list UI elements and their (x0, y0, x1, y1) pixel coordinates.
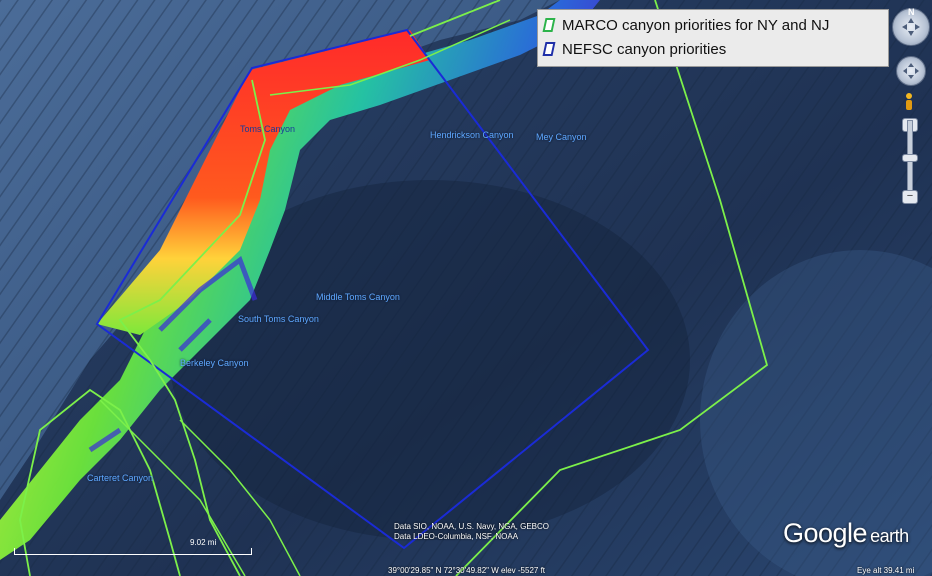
logo-brand: Google (783, 518, 868, 548)
logo-product: earth (870, 526, 909, 546)
map-canvas[interactable] (0, 0, 932, 576)
legend-swatch-marco (542, 18, 556, 32)
label-middle-toms-canyon: Middle Toms Canyon (316, 292, 400, 302)
legend-item-nefsc: NEFSC canyon priorities (542, 37, 888, 61)
google-earth-logo: Google earth (783, 518, 909, 549)
street-view-icon[interactable] (903, 92, 915, 112)
legend-label-nefsc: NEFSC canyon priorities (562, 40, 727, 58)
credit-line-2: Data LDEO-Columbia, NSF, NOAA (394, 532, 519, 541)
scale-label: 9.02 mi (190, 538, 217, 547)
joystick-arrows (903, 63, 919, 79)
map-legend: MARCO canyon priorities for NY and NJ NE… (537, 9, 889, 67)
eye-altitude-readout: Eye alt 39.41 mi (857, 566, 915, 575)
label-berkeley-canyon: Berkeley Canyon (180, 358, 249, 368)
label-mey-canyon: Mey Canyon (536, 132, 587, 142)
coordinate-readout: 39°00'29.85" N 72°30'49.82" W elev -5527… (388, 566, 546, 575)
compass-icon[interactable]: N (892, 7, 930, 46)
label-carteret-canyon: Carteret Canyon (87, 473, 154, 483)
compass-arrows (902, 18, 920, 36)
legend-item-marco: MARCO canyon priorities for NY and NJ (542, 13, 888, 37)
navigation-controls: N + − (888, 0, 932, 210)
map-viewport[interactable]: Toms Canyon Hendrickson Canyon Mey Canyo… (0, 0, 932, 576)
label-south-toms-canyon: South Toms Canyon (238, 314, 319, 324)
legend-swatch-nefsc (542, 42, 556, 56)
label-toms-canyon: Toms Canyon (240, 124, 296, 134)
zoom-out-icon[interactable]: − (902, 190, 918, 204)
legend-label-marco: MARCO canyon priorities for NY and NJ (562, 16, 830, 34)
data-credits: Data SIO, NOAA, U.S. Navy, NGA, GEBCO Da… (394, 522, 549, 542)
zoom-slider-thumb[interactable] (902, 154, 918, 162)
look-joystick-icon[interactable] (896, 56, 926, 86)
credit-line-1: Data SIO, NOAA, U.S. Navy, NGA, GEBCO (394, 522, 549, 531)
scale-bar (14, 548, 252, 555)
label-hendrickson-canyon: Hendrickson Canyon (430, 130, 514, 140)
